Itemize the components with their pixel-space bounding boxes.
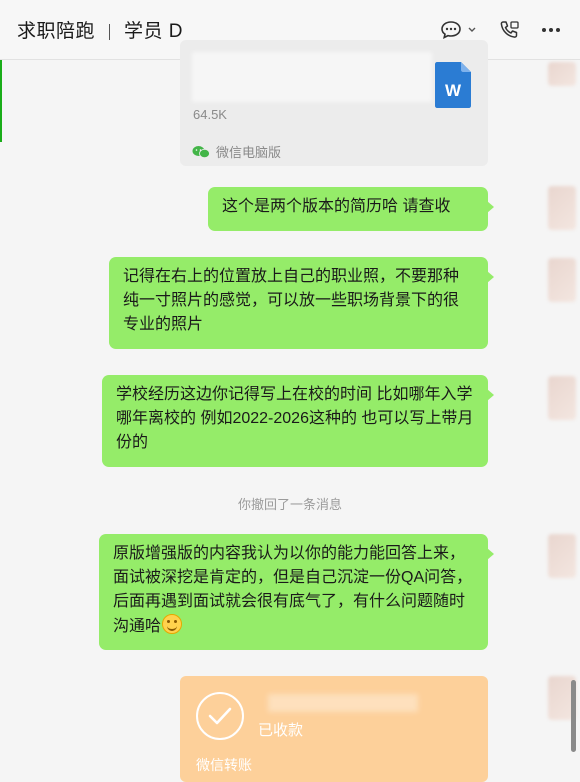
file-source: 微信电脑版: [192, 142, 281, 161]
chat-bubble-menu-button[interactable]: [440, 20, 478, 40]
file-size: 64.5K: [193, 107, 227, 122]
message-text: 记得在右上的位置放上自己的职业照，不要那种纯一寸照片的感觉，可以放一些职场背景下…: [123, 268, 460, 333]
message-bubble[interactable]: 记得在右上的位置放上自己的职业照，不要那种纯一寸照片的感觉，可以放一些职场背景下…: [109, 257, 494, 349]
message-text: 这个是两个版本的简历哈 请查收: [222, 198, 451, 215]
transfer-label: 微信转账: [196, 757, 252, 773]
avatar[interactable]: [548, 376, 576, 420]
chat-title: 求职陪跑 学员 D: [17, 16, 183, 43]
smile-emoji-icon: [162, 614, 183, 634]
avatar[interactable]: [548, 534, 576, 578]
phone-icon: [500, 21, 519, 38]
message-bubble[interactable]: 原版增强版的内容我认为以你的能力能回答上来，面试被深挖是肯定的，但是自己沉淀一份…: [99, 534, 494, 650]
avatar[interactable]: [548, 62, 576, 86]
transfer-message[interactable]: 已收款 微信转账: [180, 676, 488, 782]
file-source-label: 微信电脑版: [216, 145, 282, 160]
chat-bubble-icon: [441, 21, 461, 39]
more-options-button[interactable]: [540, 20, 562, 40]
file-message[interactable]: 64.5K W 微信电脑版: [180, 40, 488, 166]
word-document-icon: W: [435, 62, 471, 108]
selection-indicator: [0, 60, 2, 142]
voice-call-button[interactable]: [498, 19, 520, 41]
chat-window: 求职陪跑 学员 D 64.5K W 微信电脑版 这个是两个版本的简历哈 请查收 …: [0, 0, 580, 782]
word-icon-letter: W: [445, 81, 462, 100]
member-name: 学员 D: [124, 21, 184, 42]
more-icon: [542, 28, 560, 32]
message-bubble[interactable]: 这个是两个版本的简历哈 请查收: [208, 187, 494, 231]
chat-name: 求职陪跑: [17, 21, 96, 42]
transfer-status: 已收款: [258, 722, 304, 739]
message-bubble[interactable]: 学校经历这边你记得写上在校的时间 比如哪年入学哪年离校的 例如2022-2026…: [102, 375, 494, 467]
title-separator: [109, 23, 111, 40]
avatar[interactable]: [548, 258, 576, 302]
message-text: 学校经历这边你记得写上在校的时间 比如哪年入学哪年离校的 例如2022-2026…: [116, 386, 474, 451]
chevron-down-icon: [468, 27, 476, 32]
scrollbar[interactable]: [571, 680, 576, 752]
recall-notice: 你撤回了一条消息: [237, 497, 342, 512]
avatar[interactable]: [548, 186, 576, 230]
file-name-redacted: [192, 52, 432, 102]
wechat-icon: [192, 145, 210, 158]
check-circle-icon: [196, 692, 244, 740]
transfer-amount-redacted: [268, 694, 418, 712]
